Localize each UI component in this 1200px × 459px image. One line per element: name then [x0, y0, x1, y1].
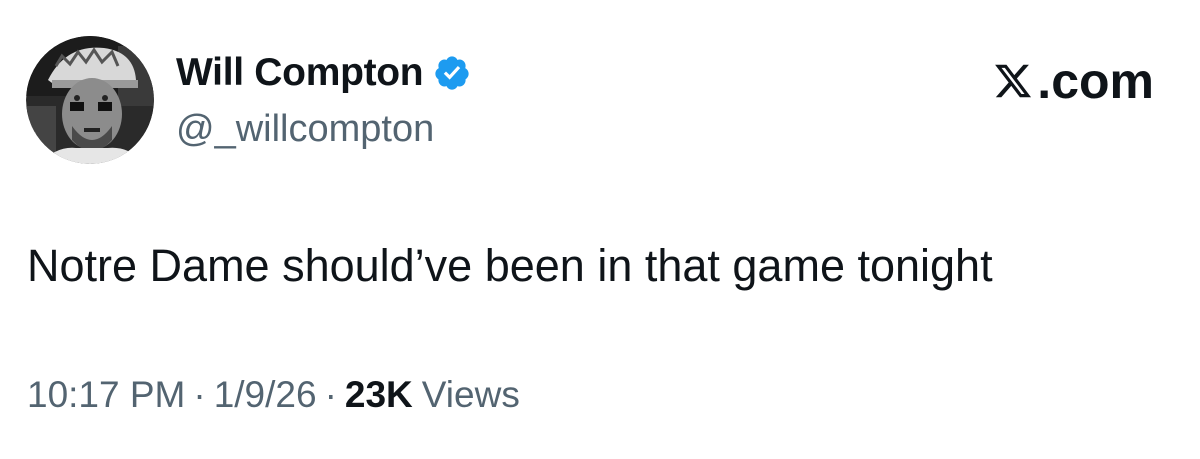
views-label: Views [421, 374, 520, 415]
tweet-time[interactable]: 10:17 PM [27, 374, 185, 416]
tweet-card: Ti Will Compton @_willcompton .com Notre… [0, 0, 1200, 459]
author-info: Will Compton @_willcompton [176, 50, 471, 151]
meta-separator: · [193, 374, 206, 415]
verified-badge-icon[interactable] [433, 54, 471, 92]
svg-text:Ti: Ti [27, 132, 37, 143]
tweet-text: Notre Dame should’ve been in that game t… [27, 240, 993, 291]
brand-mark: .com [993, 52, 1154, 110]
tweet-date[interactable]: 1/9/26 [214, 374, 317, 416]
name-row: Will Compton [176, 50, 471, 96]
avatar[interactable]: Ti [26, 36, 154, 164]
brand-domain: .com [1037, 53, 1154, 109]
avatar-image: Ti [26, 36, 154, 164]
tweet-meta: 10:17 PM · 1/9/26 · 23K Views [27, 374, 520, 416]
x-logo-icon [995, 64, 1032, 98]
meta-separator: · [324, 374, 337, 415]
handle[interactable]: @_willcompton [176, 108, 471, 151]
views-count: 23K [344, 374, 413, 415]
display-name[interactable]: Will Compton [176, 51, 424, 95]
